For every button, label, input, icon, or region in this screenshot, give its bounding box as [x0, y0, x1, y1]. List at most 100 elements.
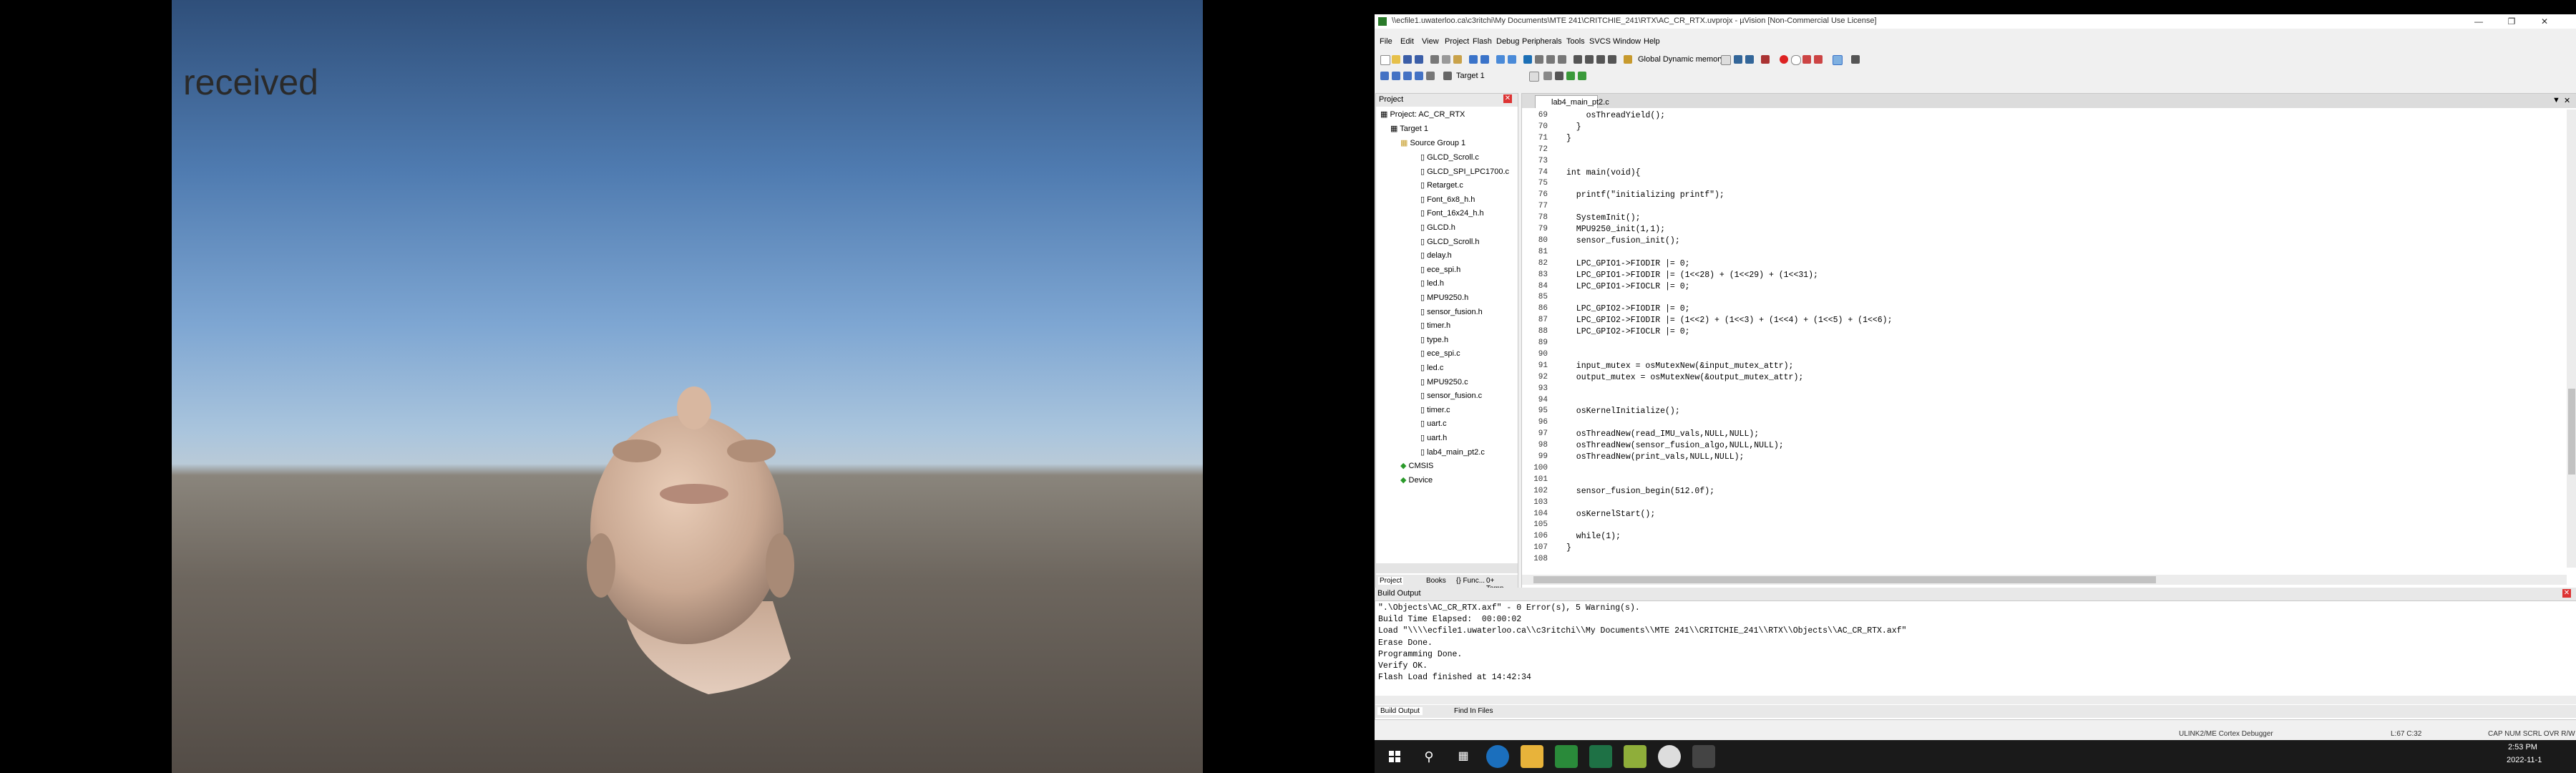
combo-dropdown-icon[interactable]	[1721, 55, 1731, 65]
menu-tools[interactable]: Tools	[1566, 37, 1585, 46]
project-file-item[interactable]: ▯ timer.h	[1420, 321, 1450, 330]
edge-icon[interactable]	[1486, 745, 1509, 768]
code-line[interactable]: LPC_GPIO2->FIOCLR |= 0;	[1566, 327, 1690, 336]
project-file-item[interactable]: ▯ GLCD_Scroll.c	[1420, 152, 1479, 162]
prev-bookmark-icon[interactable]	[1535, 55, 1543, 64]
build-icon[interactable]	[1392, 72, 1400, 80]
global-combo[interactable]: Global Dynamic memory	[1638, 55, 1724, 64]
editor-hscroll-thumb[interactable]	[1533, 576, 2156, 583]
copy-icon[interactable]	[1442, 55, 1450, 64]
save-icon[interactable]	[1403, 55, 1412, 64]
calendar-app-icon[interactable]	[1555, 745, 1578, 768]
code-line[interactable]: int main(void){	[1566, 168, 1641, 178]
excel-icon[interactable]	[1589, 745, 1612, 768]
pack-installer-icon[interactable]	[1578, 72, 1586, 80]
paste-icon[interactable]	[1453, 55, 1462, 64]
find-in-files-icon[interactable]	[1624, 55, 1632, 64]
menu-help[interactable]: Help	[1644, 37, 1660, 46]
find-icon[interactable]	[1734, 55, 1742, 64]
code-line[interactable]: LPC_GPIO1->FIOCLR |= 0;	[1566, 282, 1690, 291]
tab-functions[interactable]: {} Func...	[1456, 577, 1485, 585]
code-line[interactable]: osThreadNew(read_IMU_vals,NULL,NULL);	[1566, 429, 1759, 439]
disable-breakpoint-icon[interactable]	[1791, 55, 1801, 65]
unindent-icon[interactable]	[1585, 55, 1594, 64]
translate-icon[interactable]	[1380, 72, 1389, 80]
project-file-item[interactable]: ▯ timer.c	[1420, 405, 1450, 414]
code-line[interactable]: }	[1566, 122, 1581, 132]
code-line[interactable]: LPC_GPIO2->FIODIR |= 0;	[1566, 304, 1690, 313]
close-pane-icon[interactable]: ✕	[1503, 94, 1512, 103]
next-bookmark-icon[interactable]	[1546, 55, 1555, 64]
project-file-item[interactable]: ▯ sensor_fusion.h	[1420, 307, 1483, 316]
close-build-icon[interactable]: ✕	[2562, 589, 2571, 598]
bookmark-icon[interactable]	[1523, 55, 1532, 64]
project-hscrollbar[interactable]	[1376, 563, 1518, 573]
code-line[interactable]: sensor_fusion_begin(512.0f);	[1566, 487, 1714, 496]
build-output-pane[interactable]: ".\Objects\AC_CR_RTX.axf" - 0 Error(s), …	[1375, 601, 2576, 720]
save-all-icon[interactable]	[1415, 55, 1423, 64]
project-file-item[interactable]: ▯ GLCD_SPI_LPC1700.c	[1420, 167, 1509, 176]
code-line[interactable]: osKernelStart();	[1566, 510, 1655, 519]
uncomment-icon[interactable]	[1608, 55, 1616, 64]
project-file-item[interactable]: ▯ MPU9250.h	[1420, 293, 1468, 302]
menu-edit[interactable]: Edit	[1400, 37, 1414, 46]
project-file-item[interactable]: ▯ uart.h	[1420, 433, 1447, 442]
incremental-find-icon[interactable]	[1745, 55, 1754, 64]
code-line[interactable]: osThreadNew(sensor_fusion_algo,NULL,NULL…	[1566, 441, 1784, 450]
code-line[interactable]: MPU9250_init(1,1);	[1566, 225, 1665, 234]
code-line[interactable]: }	[1566, 134, 1571, 143]
code-line[interactable]: osThreadNew(print_vals,NULL,NULL);	[1566, 452, 1745, 462]
select-packs-icon[interactable]	[1566, 72, 1575, 80]
open-folder-icon[interactable]	[1392, 55, 1400, 64]
code-line[interactable]: }	[1566, 543, 1571, 553]
editor-vscrollbar[interactable]	[2567, 110, 2576, 568]
project-file-item[interactable]: ▯ Font_16x24_h.h	[1420, 208, 1484, 218]
project-file-item[interactable]: ▯ MPU9250.c	[1420, 377, 1468, 386]
keil-icon[interactable]	[1658, 745, 1681, 768]
editor-tab-lab4-main[interactable]: lab4_main_pt2.c	[1535, 95, 1609, 108]
code-line[interactable]: printf("initializing printf");	[1566, 190, 1724, 200]
menu-view[interactable]: View	[1422, 37, 1439, 46]
undo-icon[interactable]	[1469, 55, 1478, 64]
editor-vscroll-thumb[interactable]	[2568, 389, 2575, 475]
project-file-item[interactable]: ▯ delay.h	[1420, 251, 1452, 260]
unity-icon[interactable]	[1692, 745, 1715, 768]
build-hscrollbar[interactable]	[1375, 696, 2576, 704]
breakpoint-icon[interactable]	[1780, 55, 1788, 64]
notepad-icon[interactable]	[1624, 745, 1646, 768]
menu-project[interactable]: Project	[1445, 37, 1469, 46]
window-layout-icon[interactable]	[1833, 55, 1843, 65]
project-file-item[interactable]: ▯ led.c	[1420, 363, 1443, 372]
menu-svcs[interactable]: SVCS	[1589, 37, 1611, 46]
menu-flash[interactable]: Flash	[1473, 37, 1492, 46]
close-button[interactable]: ✕	[2528, 14, 2561, 29]
clock-time[interactable]: 2:53 PM	[2508, 743, 2537, 752]
rebuild-icon[interactable]	[1403, 72, 1412, 80]
start-button[interactable]	[1383, 745, 1406, 768]
project-file-item[interactable]: ▯ Retarget.c	[1420, 180, 1463, 190]
tree-group[interactable]: ▦ Source Group 1	[1400, 138, 1465, 147]
debug-session-icon[interactable]	[1761, 55, 1770, 64]
tree-root[interactable]: ▦ Project: AC_CR_RTX	[1380, 110, 1465, 119]
project-file-item[interactable]: ▯ uart.c	[1420, 419, 1447, 428]
code-line[interactable]: osThreadYield();	[1566, 111, 1665, 120]
tree-device[interactable]: ◆ Device	[1400, 475, 1433, 485]
code-line[interactable]: osKernelInitialize();	[1566, 407, 1680, 416]
tab-project[interactable]: Project	[1378, 577, 1404, 585]
configure-icon[interactable]	[1851, 55, 1860, 64]
comment-icon[interactable]	[1596, 55, 1605, 64]
tab-books[interactable]: Books	[1426, 577, 1446, 585]
project-file-item[interactable]: ▯ Font_6x8_h.h	[1420, 195, 1475, 204]
code-line[interactable]: SystemInit();	[1566, 213, 1641, 223]
task-view-icon[interactable]: ▦	[1452, 745, 1475, 768]
clock-date[interactable]: 2022-11-1	[2507, 756, 2542, 764]
search-icon[interactable]: ⚲	[1418, 745, 1440, 768]
code-line[interactable]: input_mutex = osMutexNew(&input_mutex_at…	[1566, 361, 1794, 371]
code-line[interactable]: LPC_GPIO1->FIODIR |= 0;	[1566, 259, 1690, 268]
stop-build-icon[interactable]	[1426, 72, 1435, 80]
project-file-item[interactable]: ▯ GLCD_Scroll.h	[1420, 237, 1479, 246]
menu-peripherals[interactable]: Peripherals	[1522, 37, 1562, 46]
tab-find-in-files[interactable]: Find In Files	[1454, 707, 1493, 715]
cut-icon[interactable]	[1430, 55, 1439, 64]
project-file-item[interactable]: ▯ led.h	[1420, 278, 1444, 288]
